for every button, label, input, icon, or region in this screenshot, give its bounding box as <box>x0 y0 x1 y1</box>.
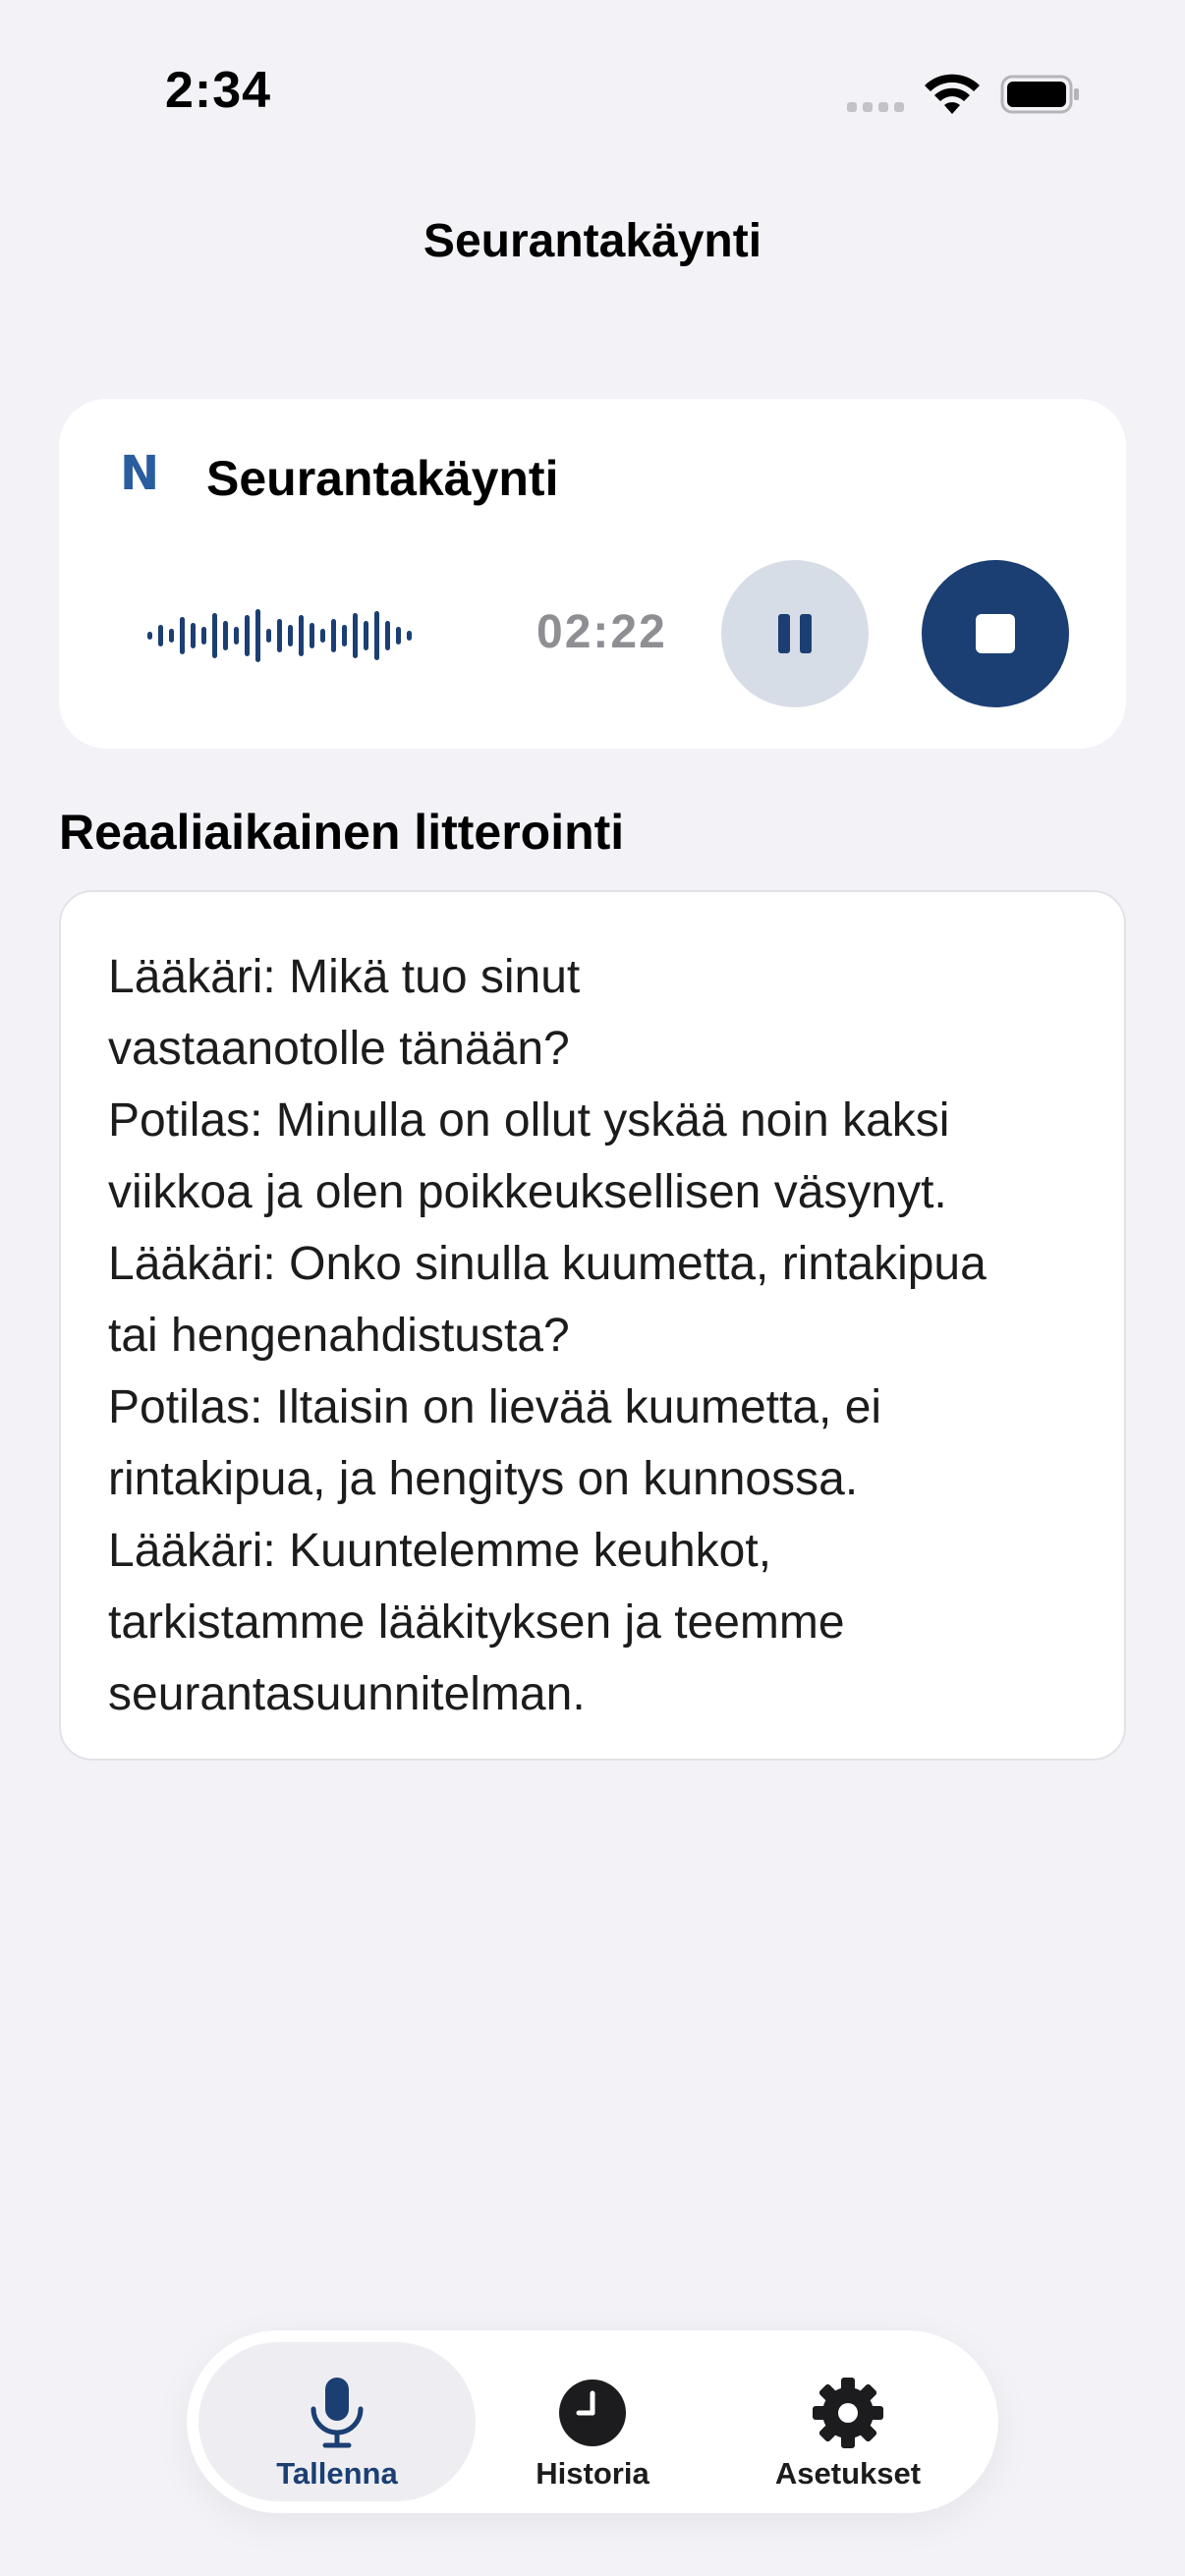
battery-icon <box>1000 75 1079 114</box>
transcript-heading: Reaaliaikainen litterointi <box>59 805 625 860</box>
status-bar: 2:34 <box>0 0 1185 157</box>
recorder-card: N Seurantakäynti 02:22 <box>59 399 1126 749</box>
stop-button[interactable] <box>922 560 1069 707</box>
cellular-signal-icon <box>847 102 904 112</box>
microphone-icon <box>310 2378 364 2448</box>
transcript-text: Lääkäri: Mikä tuo sinut vastaanotolle tä… <box>108 951 987 1720</box>
pause-icon <box>778 614 812 653</box>
transcript-panel[interactable]: Lääkäri: Mikä tuo sinut vastaanotolle tä… <box>59 890 1126 1761</box>
tab-record-label: Tallenna <box>276 2456 398 2491</box>
page-title: Seurantakäynti <box>423 215 762 267</box>
recording-title: Seurantakäynti <box>206 451 559 506</box>
clock-icon <box>559 2380 626 2446</box>
tab-bar: Tallenna Historia Asetukset <box>187 2330 998 2513</box>
stop-icon <box>976 614 1015 653</box>
tab-history-label: Historia <box>536 2456 649 2491</box>
tab-history[interactable]: Historia <box>454 2342 731 2501</box>
recording-timer: 02:22 <box>536 606 667 658</box>
tab-settings[interactable]: Asetukset <box>709 2342 987 2501</box>
wifi-icon <box>925 74 980 114</box>
tab-record[interactable]: Tallenna <box>198 2342 476 2501</box>
waveform-icon <box>147 609 412 662</box>
status-time: 2:34 <box>165 62 272 119</box>
tab-settings-label: Asetukset <box>774 2456 922 2491</box>
pause-button[interactable] <box>721 560 869 707</box>
app-logo: N <box>120 446 160 501</box>
gear-icon <box>813 2378 883 2448</box>
